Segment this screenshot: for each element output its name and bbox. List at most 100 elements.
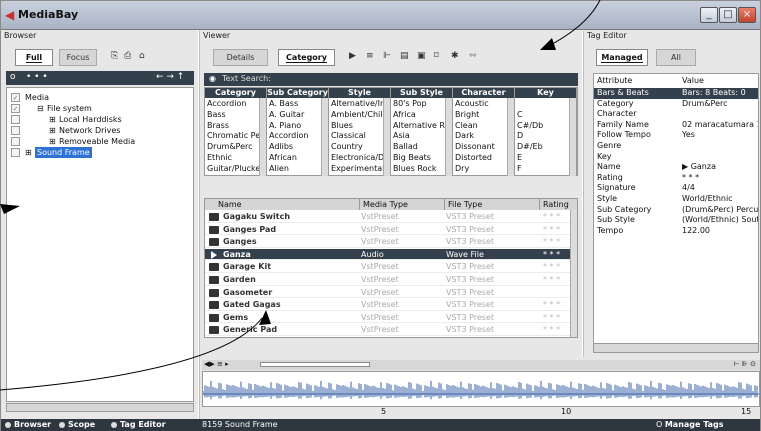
tab-managed[interactable]: Managed (596, 49, 648, 66)
folder-icon[interactable]: ▣ (417, 51, 426, 61)
tag-row[interactable]: Family Name 02 maracatumara 12 (594, 120, 758, 131)
col-header-rating[interactable]: Rating (540, 199, 578, 210)
category-item[interactable]: Ballad (393, 142, 451, 153)
nav-arrows-icon[interactable]: ← → ↑ (156, 72, 184, 82)
tag-value[interactable]: (World/Ethnic) South (682, 215, 758, 226)
category-item[interactable]: Ethnic (207, 153, 265, 164)
tag-value[interactable]: World/Ethnic (682, 194, 758, 205)
category-item[interactable]: A. Guitar (269, 110, 327, 121)
tag-row[interactable]: Sub Style (World/Ethnic) South (594, 215, 758, 226)
tree-expander-icon[interactable]: ⊞ (25, 147, 32, 158)
category-item[interactable]: Drum&Perc (207, 142, 265, 153)
tree-checkbox[interactable] (11, 115, 20, 124)
title-bar[interactable]: ◀ MediaBay _ □ × (1, 1, 760, 30)
tag-row[interactable]: Character (594, 109, 758, 120)
category-item[interactable]: Bass (207, 110, 265, 121)
tag-row[interactable]: Name ▶ Ganza (594, 162, 758, 173)
category-item[interactable]: Dark (455, 131, 513, 142)
tree-expander-icon[interactable]: ⊞ (49, 114, 56, 125)
list-icon[interactable]: ▤ (400, 51, 409, 61)
category-item[interactable]: Dissonant (455, 142, 513, 153)
category-item[interactable]: Classical (331, 131, 389, 142)
tag-row[interactable]: Bars & Beats Bars: 8 Beats: 0 (594, 88, 758, 99)
gear-icon[interactable]: ✱ (451, 51, 459, 61)
category-scrollbar[interactable] (383, 98, 390, 176)
category-item[interactable]: Chromatic Per (207, 131, 265, 142)
zoom-slider[interactable] (260, 362, 370, 367)
column-icon[interactable]: ⊩ (383, 51, 391, 61)
results-scrollbar[interactable] (570, 210, 577, 337)
category-item[interactable]: Blues (331, 121, 389, 132)
category-item[interactable]: C (517, 110, 575, 121)
category-item[interactable]: Guitar/Plucke (207, 164, 265, 175)
result-row[interactable]: Ganges VstPreset VST3 Preset * * * (205, 236, 571, 248)
result-row[interactable]: Gated Gagas VstPreset VST3 Preset * * * (205, 299, 571, 311)
category-item[interactable]: Adlibs (269, 142, 327, 153)
category-item[interactable]: C#/Db (517, 121, 575, 132)
tag-value[interactable]: (Drum&Perc) Percuss (682, 205, 758, 216)
category-item[interactable]: D#/Eb (517, 142, 575, 153)
browser-tool-icon-1[interactable]: ⎘ (111, 51, 118, 61)
tree-checkbox[interactable] (11, 148, 20, 157)
result-row[interactable]: Generic Pad VstPreset VST3 Preset * * * (205, 324, 571, 336)
category-scrollbar[interactable] (569, 98, 576, 176)
result-row[interactable]: Ganges Pad VstPreset VST3 Preset * * * (205, 224, 571, 236)
category-column-header[interactable]: Key (515, 88, 576, 98)
category-item[interactable]: Experimental (331, 164, 389, 175)
result-row[interactable]: Garden VstPreset VST3 Preset * * * (205, 274, 571, 286)
category-item[interactable]: D (517, 131, 575, 142)
status-browser-toggle[interactable]: Browser (5, 419, 51, 431)
result-row[interactable]: Gasometer VstPreset VST3 Preset (205, 287, 571, 299)
transport-icons[interactable]: ◀▶ ≡ ▸ (204, 360, 229, 368)
tag-row[interactable]: Follow Tempo Yes (594, 130, 758, 141)
category-item[interactable]: Acoustic (455, 99, 513, 110)
browser-tool-icon-2[interactable]: ⎙ (124, 51, 131, 61)
play-icon[interactable]: ▶ (349, 51, 356, 61)
tab-category[interactable]: Category (278, 49, 335, 66)
category-item[interactable]: Accordion (207, 99, 265, 110)
tag-row[interactable]: Sub Category (Drum&Perc) Percuss (594, 205, 758, 216)
tag-value[interactable]: 02 maracatumara 12 (682, 120, 758, 131)
tree-checkbox[interactable]: ✓ (11, 104, 20, 113)
tree-checkbox[interactable] (11, 137, 20, 146)
tag-row[interactable]: Signature 4/4 (594, 183, 758, 194)
category-item[interactable]: F (517, 164, 575, 175)
category-item[interactable]: A. Piano (269, 121, 327, 132)
category-item[interactable]: Distorted (455, 153, 513, 164)
tag-value[interactable]: * * * (682, 173, 758, 184)
tag-row[interactable]: Style World/Ethnic (594, 194, 758, 205)
category-item[interactable]: Ambient/ChillO (331, 110, 389, 121)
tag-value[interactable]: Drum&Perc (682, 99, 758, 110)
tag-scrollbar[interactable] (594, 343, 758, 352)
category-item[interactable]: Africa (393, 110, 451, 121)
browser-scrollbar[interactable] (6, 403, 194, 412)
tree-expander-icon[interactable]: ⊞ (49, 125, 56, 136)
category-scrollbar[interactable] (321, 98, 328, 176)
result-row[interactable]: Gems VstPreset VST3 Preset * * * (205, 312, 571, 324)
col-header-file-type[interactable]: File Type (445, 199, 540, 210)
category-item[interactable]: Dry (455, 164, 513, 175)
category-column-header[interactable]: Style (329, 88, 390, 98)
category-scrollbar[interactable] (445, 98, 452, 176)
tag-row[interactable]: Category Drum&Perc (594, 99, 758, 110)
tag-value[interactable]: 4/4 (682, 183, 758, 194)
layout-icon[interactable]: ⌑ (434, 51, 439, 61)
category-column-header[interactable]: Category (205, 88, 266, 98)
tag-row[interactable]: Tempo 122.00 (594, 226, 758, 237)
tag-row[interactable]: Key (594, 152, 758, 163)
tag-row[interactable]: Rating * * * (594, 173, 758, 184)
category-item[interactable]: 80's Pop (393, 99, 451, 110)
category-item[interactable]: Big Beats (393, 153, 451, 164)
tree-checkbox[interactable]: ✓ (11, 93, 20, 102)
category-item[interactable]: Country (331, 142, 389, 153)
filter-icon[interactable]: ≡ (366, 51, 374, 61)
nav-dots-icon[interactable]: • • • (26, 72, 48, 82)
zoom-icons[interactable]: ⊢ ⊪ ⊙ (733, 360, 756, 368)
category-column-header[interactable]: Sub Category (267, 88, 328, 98)
category-scrollbar[interactable] (259, 98, 266, 176)
result-row[interactable]: Gagaku Switch VstPreset VST3 Preset * * * (205, 211, 571, 223)
tag-value[interactable]: 122.00 (682, 226, 758, 237)
tree-expander-icon[interactable]: ⊟ (37, 103, 44, 114)
tag-row[interactable]: Genre (594, 141, 758, 152)
close-icon[interactable]: × (738, 7, 756, 23)
